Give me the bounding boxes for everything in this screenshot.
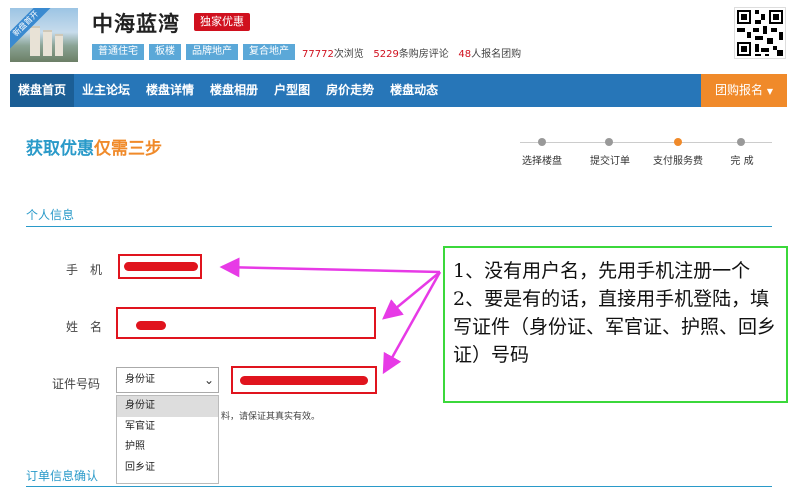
arrow-to-name <box>382 271 441 320</box>
arrow-to-id <box>382 271 442 375</box>
annotation-arrows <box>219 257 442 375</box>
arrow-to-phone <box>219 257 441 278</box>
